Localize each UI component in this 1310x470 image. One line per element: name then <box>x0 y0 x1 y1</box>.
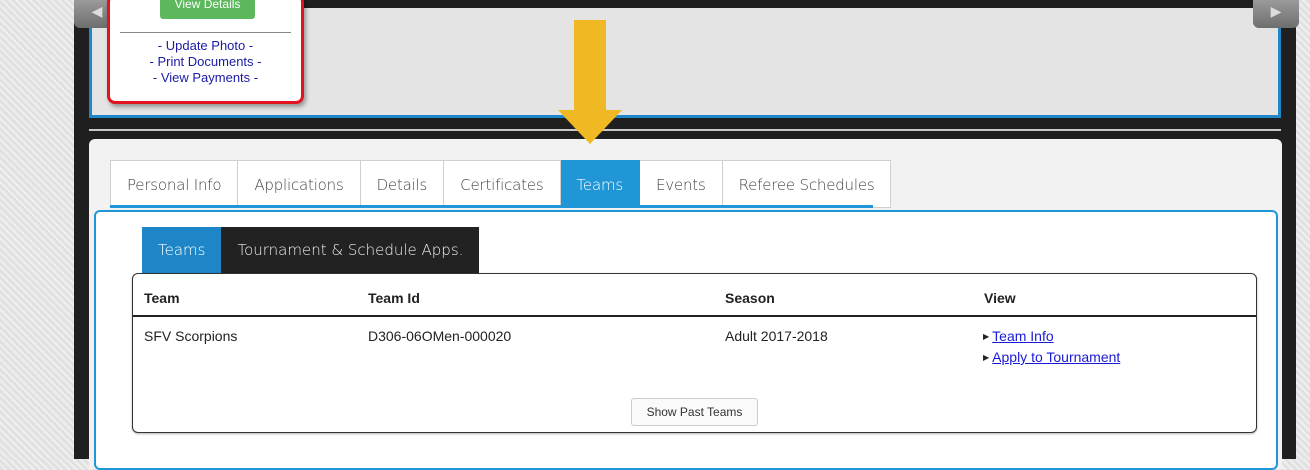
tab-personal-info[interactable]: Personal Info <box>110 160 239 208</box>
triangle-right-icon: ▶ <box>983 353 990 362</box>
subtab-teams[interactable]: Teams <box>142 227 222 273</box>
print-documents-link[interactable]: - Print Documents - <box>110 54 301 70</box>
header-view: View <box>984 290 1016 306</box>
tab-certificates[interactable]: Certificates <box>444 160 561 208</box>
view-links: ▶ Team Info ▶ Apply to Tournament <box>983 326 1120 368</box>
triangle-right-icon: ▶ <box>983 332 990 341</box>
section-divider <box>89 129 1281 131</box>
sub-tabs: Teams Tournament & Schedule Apps. <box>142 227 480 273</box>
profile-card-links: - Update Photo - - Print Documents - - V… <box>110 38 301 86</box>
subtab-tournament-schedule-apps[interactable]: Tournament & Schedule Apps. <box>221 227 480 273</box>
tab-underline <box>110 205 873 208</box>
carousel-next-button[interactable]: ▶ <box>1253 0 1299 28</box>
apply-to-tournament-link[interactable]: Apply to Tournament <box>992 349 1120 365</box>
tab-details[interactable]: Details <box>360 160 445 208</box>
profile-card: View Details - Update Photo - - Print Do… <box>107 0 304 104</box>
show-past-teams-button[interactable]: Show Past Teams <box>631 398 758 426</box>
arrow-down-icon <box>558 20 622 144</box>
update-photo-link[interactable]: - Update Photo - <box>110 38 301 54</box>
tab-events[interactable]: Events <box>639 160 723 208</box>
card-divider <box>120 32 291 33</box>
main-tabs: Personal Info Applications Details Certi… <box>110 160 892 208</box>
header-season: Season <box>725 290 775 306</box>
cell-team-id: D306-06OMen-000020 <box>368 328 512 344</box>
tab-referee-schedules[interactable]: Referee Schedules <box>722 160 892 208</box>
header-rule <box>133 315 1256 317</box>
header-team: Team <box>144 290 180 306</box>
teams-table: Team Team Id Season View SFV Scorpions D… <box>132 273 1257 433</box>
header-team-id: Team Id <box>368 290 420 306</box>
tab-applications[interactable]: Applications <box>238 160 361 208</box>
cell-team-name: SFV Scorpions <box>144 328 238 344</box>
chevron-right-icon: ▶ <box>1270 3 1282 19</box>
cell-season: Adult 2017-2018 <box>725 328 828 344</box>
view-details-button[interactable]: View Details <box>160 0 255 19</box>
tab-teams[interactable]: Teams <box>560 160 640 208</box>
view-payments-link[interactable]: - View Payments - <box>110 70 301 86</box>
team-info-link[interactable]: Team Info <box>992 328 1053 344</box>
